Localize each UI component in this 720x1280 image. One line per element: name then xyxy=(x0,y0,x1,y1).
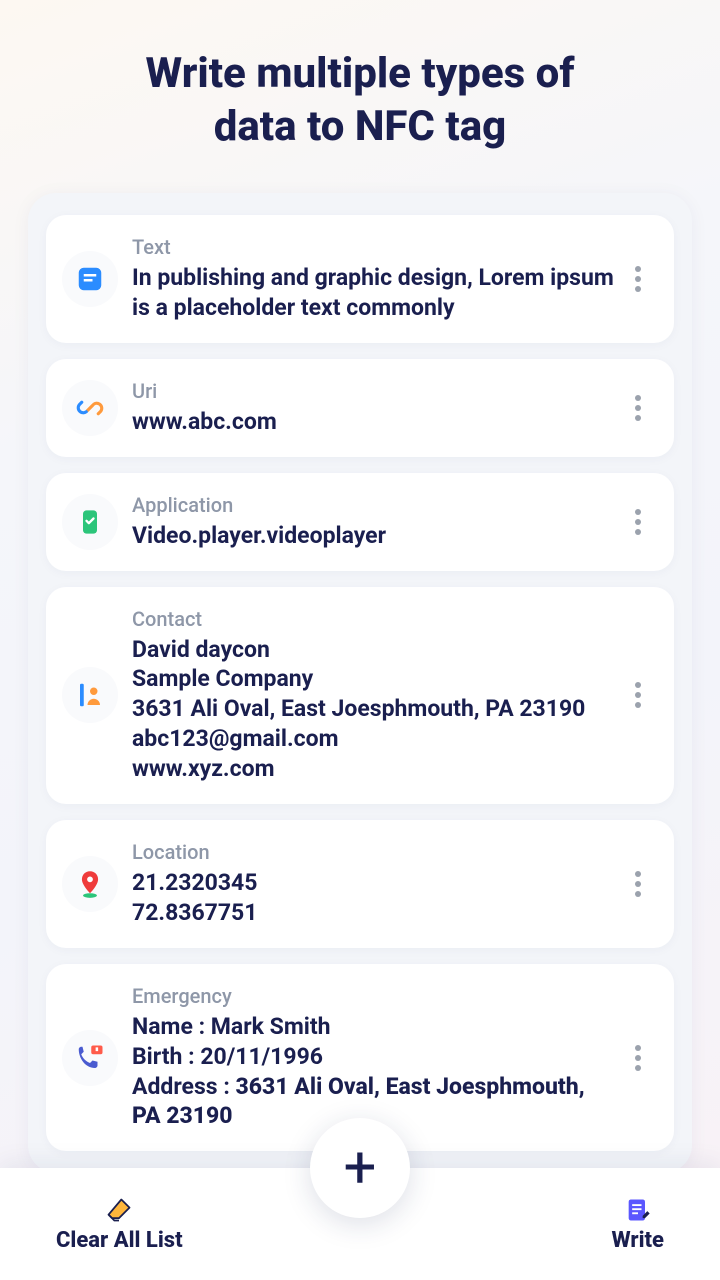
more-button[interactable] xyxy=(618,266,658,292)
more-vertical-icon xyxy=(635,871,641,897)
contact-icon xyxy=(62,667,118,723)
record-type-label: Application xyxy=(132,493,618,517)
record-type-label: Text xyxy=(132,235,618,259)
link-icon xyxy=(62,380,118,436)
record-content: 21.2320345 72.8367751 xyxy=(132,868,618,928)
more-button[interactable] xyxy=(618,871,658,897)
more-vertical-icon xyxy=(635,1045,641,1071)
eraser-icon xyxy=(104,1196,134,1224)
record-type-label: Uri xyxy=(132,379,618,403)
more-button[interactable] xyxy=(618,509,658,535)
more-vertical-icon xyxy=(635,395,641,421)
record-card-text[interactable]: Text In publishing and graphic design, L… xyxy=(46,215,674,343)
more-button[interactable] xyxy=(618,395,658,421)
emergency-call-icon xyxy=(62,1030,118,1086)
record-card-contact[interactable]: Contact David daycon Sample Company 3631… xyxy=(46,587,674,804)
page-title: Write multiple types of data to NFC tag xyxy=(0,0,720,153)
write-doc-icon xyxy=(624,1196,652,1224)
more-button[interactable] xyxy=(618,1045,658,1071)
location-pin-icon xyxy=(62,856,118,912)
phone-app-icon xyxy=(62,494,118,550)
write-button[interactable]: Write xyxy=(611,1196,664,1253)
more-button[interactable] xyxy=(618,682,658,708)
more-vertical-icon xyxy=(635,509,641,535)
record-card-location[interactable]: Location 21.2320345 72.8367751 xyxy=(46,820,674,948)
more-vertical-icon xyxy=(635,266,641,292)
record-type-label: Location xyxy=(132,840,618,864)
plus-icon: + xyxy=(344,1139,377,1197)
clear-all-label: Clear All List xyxy=(56,1228,183,1253)
record-type-label: Contact xyxy=(132,607,618,631)
record-content: In publishing and graphic design, Lorem … xyxy=(132,263,618,323)
text-icon xyxy=(62,251,118,307)
write-label: Write xyxy=(611,1228,664,1253)
record-content: Video.player.videoplayer xyxy=(132,521,618,551)
record-type-label: Emergency xyxy=(132,984,618,1008)
record-content: Name : Mark Smith Birth : 20/11/1996 Add… xyxy=(132,1012,618,1132)
record-content: David daycon Sample Company 3631 Ali Ova… xyxy=(132,635,618,784)
more-vertical-icon xyxy=(635,682,641,708)
records-panel: Text In publishing and graphic design, L… xyxy=(28,193,692,1173)
record-card-application[interactable]: Application Video.player.videoplayer xyxy=(46,473,674,571)
clear-all-button[interactable]: Clear All List xyxy=(56,1196,183,1253)
add-fab[interactable]: + xyxy=(310,1118,410,1218)
record-card-uri[interactable]: Uri www.abc.com xyxy=(46,359,674,457)
record-content: www.abc.com xyxy=(132,407,618,437)
